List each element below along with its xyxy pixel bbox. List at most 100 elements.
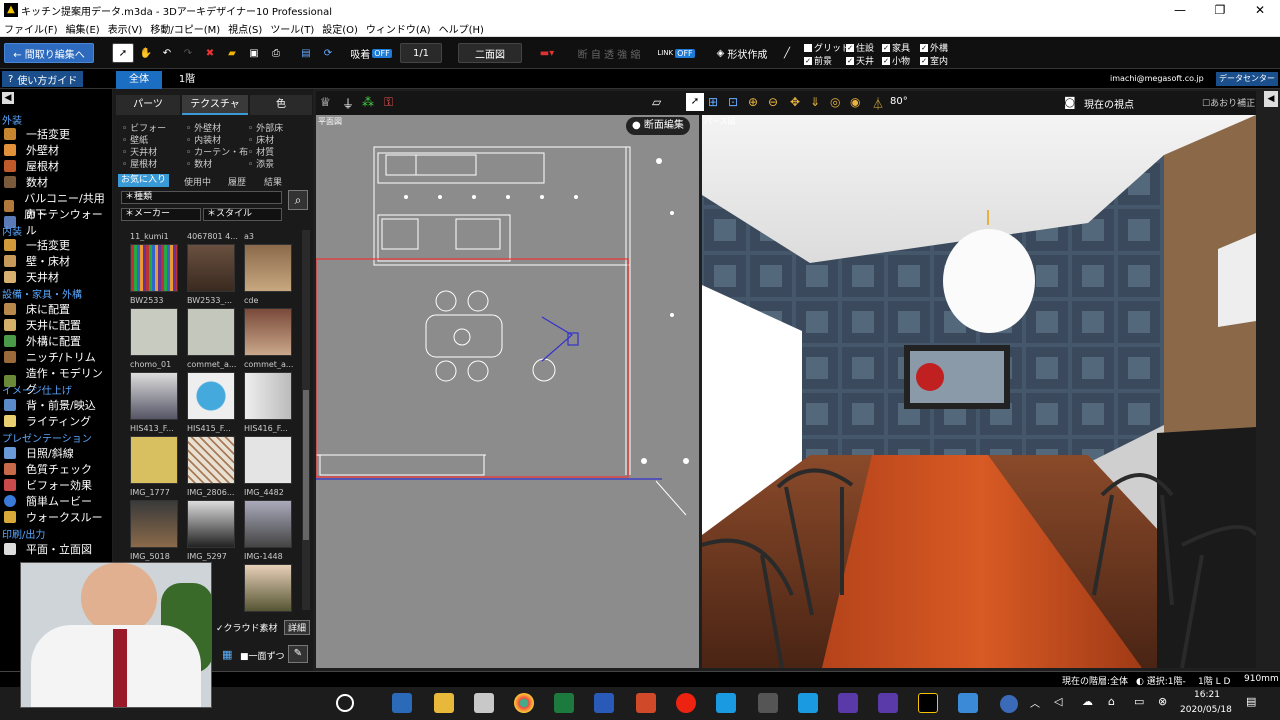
- kind-select[interactable]: ＊種類: [121, 191, 282, 204]
- image-render-icon[interactable]: ▤: [297, 43, 315, 63]
- nav-before-effect[interactable]: ビフォー効果: [4, 477, 92, 493]
- perspective-view[interactable]: パース図: [702, 115, 1256, 668]
- filter-history[interactable]: 履歴: [228, 175, 246, 188]
- minimize-button[interactable]: —: [1160, 0, 1200, 20]
- menu-file[interactable]: ファイル(F): [0, 21, 62, 36]
- nav-lighting[interactable]: ライティング: [4, 413, 91, 429]
- look-icon[interactable]: ◉: [850, 95, 860, 109]
- open-folder-icon[interactable]: ▰: [223, 43, 241, 63]
- cat-counts[interactable]: ◦ 数材: [186, 157, 212, 170]
- nav-ceiling[interactable]: 天井材: [4, 269, 59, 285]
- texture-thumb-4[interactable]: [130, 308, 178, 356]
- nav-walkthrough[interactable]: ウォークスルー: [4, 509, 103, 525]
- tab-all[interactable]: 全体: [116, 71, 162, 89]
- hand-icon[interactable]: ✋: [137, 43, 155, 63]
- archi-designer-icon[interactable]: [918, 693, 938, 713]
- grid-view-icon[interactable]: ▦: [222, 648, 232, 661]
- tab-color[interactable]: 色: [250, 95, 312, 115]
- battery-icon[interactable]: ▭: [1134, 695, 1144, 708]
- datacenter-button[interactable]: データセンター: [1216, 72, 1278, 86]
- pan-icon[interactable]: ✥: [790, 95, 800, 109]
- eyedropper-icon[interactable]: ✎: [288, 645, 308, 663]
- tab-texture[interactable]: テクスチャ: [182, 95, 248, 115]
- close-button[interactable]: ✕: [1240, 0, 1280, 20]
- viewpoint-select[interactable]: 現在の視点: [1084, 96, 1134, 111]
- thumb-scrollbar[interactable]: [302, 230, 310, 610]
- texture-thumb-15[interactable]: [244, 500, 292, 548]
- network-icon[interactable]: ⌂: [1108, 695, 1115, 708]
- check-ceiling[interactable]: ✓ 天井: [846, 54, 874, 67]
- app-icon-3[interactable]: [838, 693, 858, 713]
- tray-chevron-icon[interactable]: ︿: [1030, 695, 1040, 710]
- menu-settings[interactable]: 設定(O): [318, 21, 362, 36]
- filter-in-use[interactable]: 使用中: [184, 175, 211, 188]
- print-icon[interactable]: ⎙: [267, 43, 285, 63]
- nav-wall-floor[interactable]: 壁・床材: [4, 253, 70, 269]
- explorer-icon[interactable]: [434, 693, 454, 713]
- texture-thumb-14[interactable]: [187, 500, 235, 548]
- measure-icon[interactable]: ╱: [778, 43, 796, 63]
- skype-icon-2[interactable]: [798, 693, 818, 713]
- maker-select[interactable]: ＊メーカー: [121, 208, 201, 221]
- texture-thumb-6[interactable]: [244, 308, 292, 356]
- shape-create-button[interactable]: ◈ 形状作成: [710, 43, 774, 63]
- cortana-icon[interactable]: [336, 694, 354, 712]
- app-icon-1[interactable]: [474, 693, 494, 713]
- nav-color-check[interactable]: 色質チェック: [4, 461, 92, 477]
- delete-icon[interactable]: ✖: [201, 43, 219, 63]
- usage-guide-button[interactable]: ? 使い方ガイド: [2, 71, 84, 87]
- menu-view[interactable]: 表示(V): [104, 21, 147, 36]
- nav-plan-elevation[interactable]: 平面・立面図: [4, 541, 92, 557]
- texture-thumb-18[interactable]: [244, 564, 292, 612]
- detail-button[interactable]: 詳細: [284, 620, 311, 635]
- texture-thumb-1[interactable]: [130, 244, 178, 292]
- nav-roof[interactable]: 屋根材: [4, 158, 59, 174]
- tab-floor-1[interactable]: 1階: [170, 71, 204, 89]
- menu-viewpoint[interactable]: 視点(S): [224, 21, 266, 36]
- texture-thumb-8[interactable]: [187, 372, 235, 420]
- back-to-floorplan-button[interactable]: ← 間取り編集へ: [4, 43, 94, 63]
- nav-background[interactable]: 背・前景/映込: [4, 397, 96, 413]
- save-icon[interactable]: ▣: [245, 43, 263, 63]
- filter-icon[interactable]: ⏚: [342, 95, 354, 112]
- help-tray-icon[interactable]: [1000, 695, 1018, 713]
- nav-ext-bulk-change[interactable]: 一括変更: [4, 126, 70, 142]
- orbit-icon[interactable]: ◎: [830, 95, 840, 109]
- select-arrow-icon[interactable]: ➚: [112, 43, 134, 63]
- search-icon[interactable]: ⌕: [288, 190, 308, 210]
- menu-edit[interactable]: 編集(E): [62, 21, 104, 36]
- nav-floor-place[interactable]: 床に配置: [4, 301, 70, 317]
- pointer-icon[interactable]: ➚: [686, 93, 704, 111]
- texture-thumb-2[interactable]: [187, 244, 235, 292]
- cloud-material-check[interactable]: ✓クラウド素材: [216, 621, 278, 634]
- app-icon-4[interactable]: [878, 693, 898, 713]
- texture-thumb-7[interactable]: [130, 372, 178, 420]
- one-by-one-toggle[interactable]: ■一面ずつ: [240, 649, 285, 662]
- snap-toggle[interactable]: 吸着 OFF: [346, 43, 396, 63]
- volume-icon[interactable]: ◁: [1054, 695, 1062, 708]
- photos-icon[interactable]: [958, 693, 978, 713]
- texture-thumb-12[interactable]: [244, 436, 292, 484]
- store-icon[interactable]: [392, 693, 412, 713]
- nav-movie[interactable]: 簡単ムービー: [4, 493, 92, 509]
- zoom-window-icon[interactable]: ⊡: [728, 95, 738, 109]
- box-icon[interactable]: ▱: [652, 95, 661, 109]
- check-housing[interactable]: ✓ 住設: [846, 41, 874, 54]
- page-selector[interactable]: 1/1: [400, 43, 442, 63]
- texture-thumb-3[interactable]: [244, 244, 292, 292]
- walk-icon[interactable]: ⇓: [810, 95, 820, 109]
- plan-view[interactable]: 平面図 ● 断面編集: [316, 115, 699, 668]
- menu-tools[interactable]: ツール(T): [266, 21, 318, 36]
- lamp-icon[interactable]: ♕: [320, 95, 331, 109]
- texture-thumb-5[interactable]: [187, 308, 235, 356]
- refresh-icon[interactable]: ⟳: [319, 43, 337, 63]
- style-select[interactable]: ＊スタイル: [203, 208, 282, 221]
- clock-time[interactable]: 16:21: [1194, 690, 1220, 700]
- texture-thumb-9[interactable]: [244, 372, 292, 420]
- camera-icon[interactable]: ◙: [1064, 95, 1076, 109]
- record-icon[interactable]: [676, 693, 696, 713]
- cat-roof[interactable]: ◦ 屋根材: [122, 157, 157, 170]
- menu-move-copy[interactable]: 移動/コピー(M): [146, 21, 224, 36]
- powerpoint-icon[interactable]: [636, 693, 656, 713]
- link-toggle[interactable]: LINK OFF: [654, 43, 698, 63]
